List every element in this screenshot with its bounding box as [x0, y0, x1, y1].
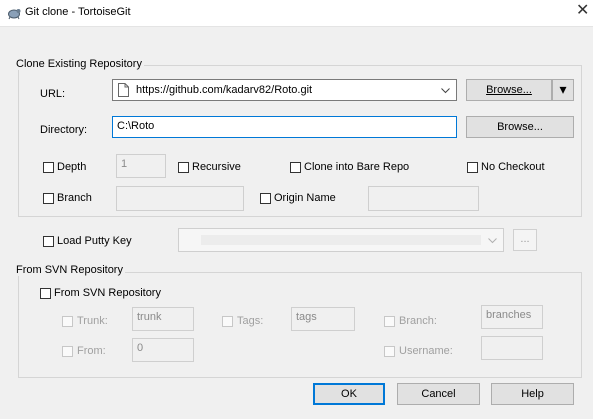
svn-branch-label: Branch:	[399, 315, 437, 327]
tortoisegit-logo-icon	[8, 9, 21, 20]
from-label: From:	[77, 345, 106, 357]
load-putty-key-checkbox[interactable]	[43, 236, 54, 247]
url-value: https://github.com/kadarv82/Roto.git	[136, 84, 313, 96]
depth-checkbox[interactable]	[43, 162, 54, 173]
branch-checkbox[interactable]	[43, 193, 54, 204]
no-checkout-label: No Checkout	[481, 161, 545, 173]
bare-repo-label: Clone into Bare Repo	[304, 161, 410, 173]
browse-directory-button[interactable]: Browse...	[466, 116, 574, 138]
ok-button[interactable]: OK	[313, 383, 385, 405]
directory-input[interactable]: C:\Roto	[112, 116, 457, 138]
close-icon[interactable]: ✕	[576, 3, 589, 19]
file-icon	[118, 83, 129, 97]
origin-name-label: Origin Name	[274, 192, 336, 204]
trunk-label: Trunk:	[77, 315, 108, 327]
branch-input[interactable]	[116, 186, 244, 211]
username-checkbox[interactable]	[384, 346, 395, 357]
cancel-button[interactable]: Cancel	[397, 383, 480, 405]
origin-name-checkbox[interactable]	[260, 193, 271, 204]
trunk-checkbox[interactable]	[62, 316, 73, 327]
username-label: Username:	[399, 345, 453, 357]
svn-branch-input[interactable]: branches	[481, 305, 543, 329]
window-title: Git clone - TortoiseGit	[25, 6, 131, 18]
clone-group-label: Clone Existing Repository	[14, 58, 144, 70]
directory-label: Directory:	[40, 124, 88, 136]
help-button[interactable]: Help	[491, 383, 574, 405]
depth-input[interactable]: 1	[116, 154, 166, 178]
putty-key-combobox[interactable]	[178, 228, 504, 252]
load-putty-key-label: Load Putty Key	[57, 235, 132, 247]
username-input[interactable]	[481, 336, 543, 360]
depth-label: Depth	[57, 161, 87, 173]
no-checkout-checkbox[interactable]	[467, 162, 478, 173]
chevron-down-icon[interactable]	[441, 88, 450, 94]
url-label: URL:	[40, 88, 66, 100]
browse-url-button[interactable]: Browse...	[466, 79, 552, 101]
url-combobox[interactable]: https://github.com/kadarv82/Roto.git	[112, 79, 457, 101]
trunk-input[interactable]: trunk	[132, 307, 194, 331]
origin-name-input[interactable]	[368, 186, 479, 211]
from-svn-checkbox[interactable]	[40, 288, 51, 299]
browse-split-dropdown[interactable]: ▾	[552, 79, 574, 101]
tags-checkbox[interactable]	[222, 316, 233, 327]
putty-key-browse-button[interactable]: ...	[513, 229, 537, 251]
recursive-label: Recursive	[192, 161, 241, 173]
svn-group-label: From SVN Repository	[14, 264, 125, 276]
branch-label: Branch	[57, 192, 92, 204]
recursive-checkbox[interactable]	[178, 162, 189, 173]
tags-input[interactable]: tags	[291, 307, 355, 331]
from-checkbox[interactable]	[62, 346, 73, 357]
from-input[interactable]: 0	[132, 338, 194, 362]
tags-label: Tags:	[237, 315, 264, 327]
from-svn-label: From SVN Repository	[54, 287, 161, 299]
chevron-down-icon[interactable]	[488, 238, 497, 244]
bare-repo-checkbox[interactable]	[290, 162, 301, 173]
svn-branch-checkbox[interactable]	[384, 316, 395, 327]
